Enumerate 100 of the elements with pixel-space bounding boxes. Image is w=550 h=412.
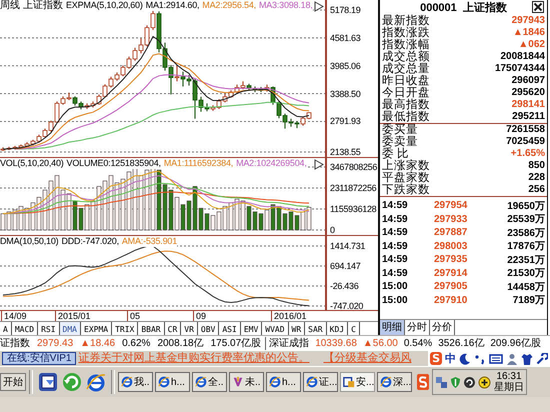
axis-label: 3467808256 — [330, 161, 378, 173]
index-name: 证指数 — [0, 337, 30, 350]
taskbar-button[interactable]: 深... — [377, 372, 412, 392]
swirl-icon[interactable] — [463, 376, 476, 388]
tick-price: 297910 — [434, 294, 468, 306]
index-amount: 3526.16亿 — [438, 337, 484, 350]
tick-price: 297914 — [434, 268, 468, 279]
globe-icon — [306, 376, 318, 388]
tick-price: 297954 — [434, 200, 468, 212]
axis-label: -26.436 — [330, 280, 358, 292]
globe-icon[interactable] — [86, 372, 106, 392]
quote-value: 7025459 — [506, 136, 545, 148]
quote-label: 委买量 — [382, 124, 418, 136]
axis-label: 2791.93 — [330, 115, 360, 128]
quote-label: 今日开盘 — [382, 87, 430, 99]
index-amount: 2008.18亿 — [157, 337, 204, 350]
quote-value: 295620 — [512, 87, 545, 99]
tick-time: 15:00 — [382, 294, 409, 306]
axis-label: 4581.63 — [330, 32, 360, 44]
panel-tab[interactable]: 分价 — [430, 320, 455, 335]
document-icon — [232, 376, 244, 388]
index-name-label: 上证指数 — [23, 0, 63, 11]
shirt-icon[interactable] — [521, 352, 533, 364]
quote-value: 295211 — [512, 111, 545, 123]
globe-icon — [195, 376, 207, 388]
tick-price: 298003 — [434, 240, 468, 252]
tick-time: 14:59 — [382, 214, 409, 225]
panel-tab[interactable]: 分时 — [405, 320, 430, 335]
ime-logo[interactable]: S — [430, 352, 442, 365]
person-icon[interactable] — [506, 352, 518, 364]
plus-icon[interactable] — [478, 376, 491, 388]
axis-label: 2311872256 — [330, 182, 376, 194]
taskbar-button[interactable]: 未.. — [229, 372, 264, 392]
quote-value: 297943 — [512, 15, 545, 27]
wrench-icon[interactable] — [536, 352, 548, 364]
quote-label: 下跌家数 — [382, 184, 430, 196]
indicator-value: MA3:3098.18, — [258, 0, 313, 11]
quote-value: +1.65% — [510, 148, 545, 160]
start-button[interactable]: 开始 — [0, 373, 26, 391]
index-change: ▲18.46 — [80, 337, 116, 350]
punctuation-icon[interactable] — [474, 352, 486, 364]
taskbar-button[interactable]: 安... — [340, 372, 375, 392]
tick-time: 14:59 — [382, 200, 409, 212]
axis-label: 5178.19 — [330, 4, 360, 16]
ime-mode-button[interactable]: 中 — [445, 351, 456, 366]
tick-volume: 19650万 — [506, 200, 545, 213]
network-icon[interactable] — [435, 376, 448, 388]
quote-value: 256 — [528, 184, 545, 196]
indicator-value: MA1:1116592384, — [164, 158, 234, 169]
window-icon — [343, 376, 355, 388]
tick-volume: 7189万 — [512, 294, 545, 308]
candlestick — [174, 65, 180, 82]
tick-price: 297887 — [434, 227, 468, 238]
quote-value: 7261558 — [506, 124, 545, 136]
indicator-value: MA2:1024269504, — [236, 158, 307, 169]
taskbar-button[interactable]: h... — [266, 372, 301, 392]
quote-value: 850 — [528, 160, 545, 172]
close-icon[interactable] — [532, 1, 544, 13]
quote-label: 委 比 — [382, 148, 410, 160]
quote-label: 最高指数 — [382, 99, 430, 111]
indicator-label: VOL(5,10,20,40) — [0, 158, 64, 169]
index-change: ▲56.00 — [362, 337, 398, 350]
quote-label: 昨日收盘 — [382, 75, 430, 87]
quote-label: 平盘家数 — [382, 172, 430, 184]
shield-icon[interactable] — [450, 376, 461, 388]
quote-value: ▲1846 — [512, 27, 545, 39]
taskbar-button[interactable]: 证... — [303, 372, 338, 392]
globe-icon — [121, 376, 133, 388]
moon-icon[interactable] — [459, 352, 471, 364]
tick-price: 297935 — [434, 254, 468, 266]
globe-icon — [158, 376, 170, 388]
panel-tab[interactable]: 明细 — [380, 320, 405, 335]
triangle-icon[interactable] — [314, 159, 324, 170]
tick-price: 297905 — [434, 281, 468, 292]
keyboard-icon[interactable] — [489, 352, 503, 364]
triangle-icon[interactable] — [314, 1, 324, 12]
axis-label: 2138.55 — [330, 146, 360, 158]
taskbar-button[interactable]: 全.. — [192, 372, 227, 392]
taskbar-button[interactable]: 我.. — [118, 372, 153, 392]
indicator-value: VOLUME0:1251835904, — [66, 158, 161, 169]
desktop-icon[interactable] — [38, 372, 58, 392]
globe-icon — [380, 376, 392, 388]
indicator-label: DMA(10,50,10) — [0, 236, 58, 247]
quote-value: ▲062 — [518, 39, 545, 51]
axis-label: 1414.731 — [330, 240, 366, 252]
chart-period-label: 周线 — [0, 0, 20, 11]
tick-time: 14:59 — [382, 268, 409, 279]
tick-volume: 14458万 — [506, 280, 545, 294]
quote-label: 成交总量 — [382, 63, 430, 75]
tick-volume: 25539万 — [506, 213, 545, 226]
indicator-value: MA2:2956.54, — [202, 0, 256, 11]
quote-label: 指数涨幅 — [382, 39, 430, 51]
quote-title: 000001 上证指数 — [420, 0, 507, 14]
quote-label: 最新指数 — [382, 15, 430, 27]
clock-time: 16:31 — [496, 371, 522, 382]
indicator-value: MA1:2914.60, — [146, 0, 200, 11]
logo-icon[interactable] — [417, 374, 429, 390]
taskbar-button[interactable]: h... — [155, 372, 190, 392]
axis-label: 3388.50 — [330, 88, 360, 100]
online-status-button[interactable]: 在线:安信VIP1 — [2, 352, 76, 365]
